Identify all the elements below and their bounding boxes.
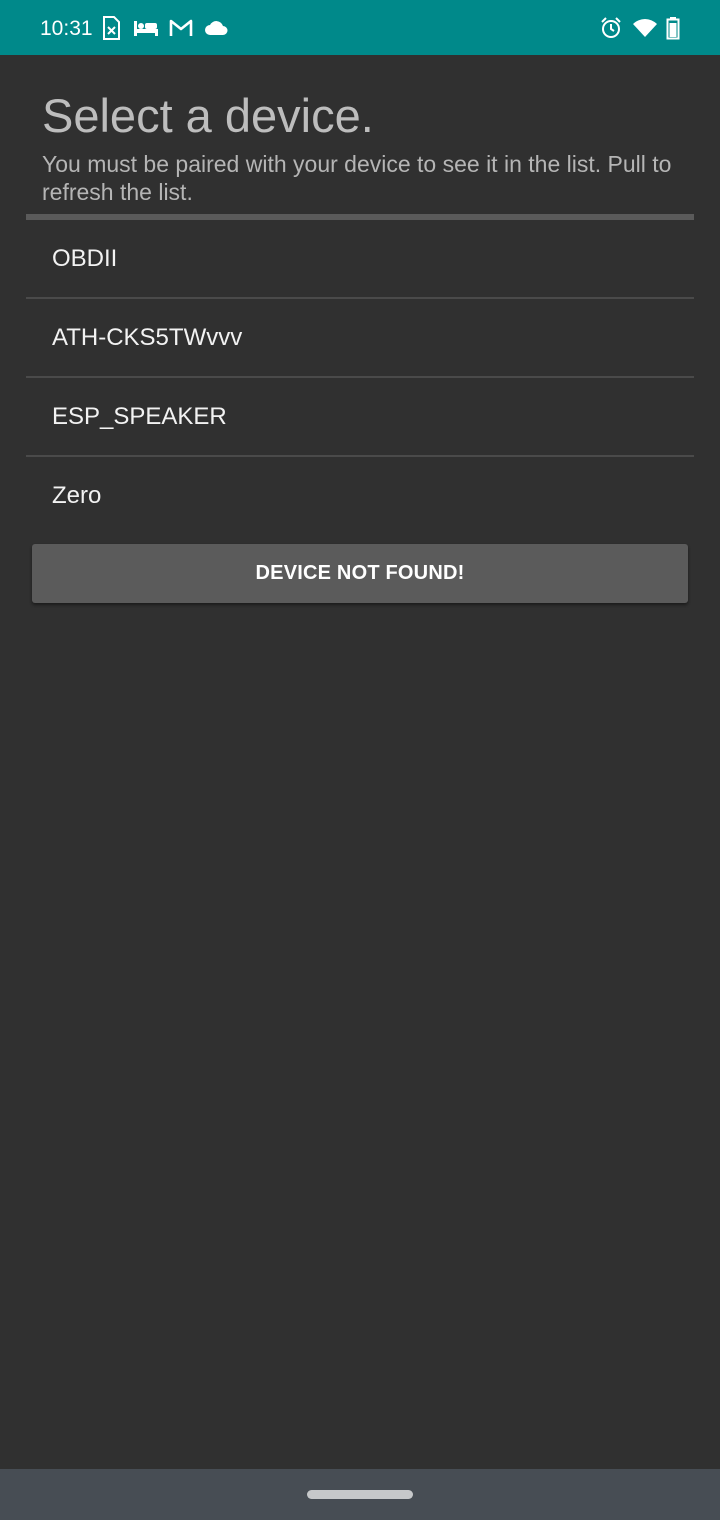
gmail-icon — [168, 14, 194, 42]
battery-icon — [664, 14, 682, 42]
device-list-item[interactable]: ATH-CKS5TWvvv — [26, 299, 694, 378]
page-title: Select a device. — [42, 89, 374, 142]
device-name: ESP_SPEAKER — [52, 403, 227, 430]
device-not-found-button[interactable]: DEVICE NOT FOUND! — [32, 544, 688, 603]
navigation-bar — [0, 1469, 720, 1520]
device-list-item[interactable]: OBDII — [26, 220, 694, 299]
wifi-icon — [631, 14, 659, 42]
device-list: OBDII ATH-CKS5TWvvv ESP_SPEAKER Zero — [26, 220, 694, 536]
sim-card-icon — [100, 14, 122, 42]
hotel-bed-icon — [133, 14, 159, 42]
device-list-item[interactable]: ESP_SPEAKER — [26, 378, 694, 457]
page-subtitle: You must be paired with your device to s… — [42, 151, 672, 205]
device-name: Zero — [52, 482, 102, 509]
device-not-found-label: DEVICE NOT FOUND! — [255, 562, 465, 584]
device-name: OBDII — [52, 245, 118, 272]
cloud-icon — [203, 14, 229, 42]
device-list-item[interactable]: Zero — [26, 457, 694, 536]
status-bar: 10:31 — [0, 0, 720, 55]
device-select-screen: 10:31 Select a device. You must be paire… — [0, 0, 720, 1520]
status-time: 10:31 — [40, 17, 93, 40]
device-name: ATH-CKS5TWvvv — [52, 324, 243, 351]
alarm-icon — [598, 14, 624, 42]
home-gesture-handle[interactable] — [307, 1490, 413, 1499]
